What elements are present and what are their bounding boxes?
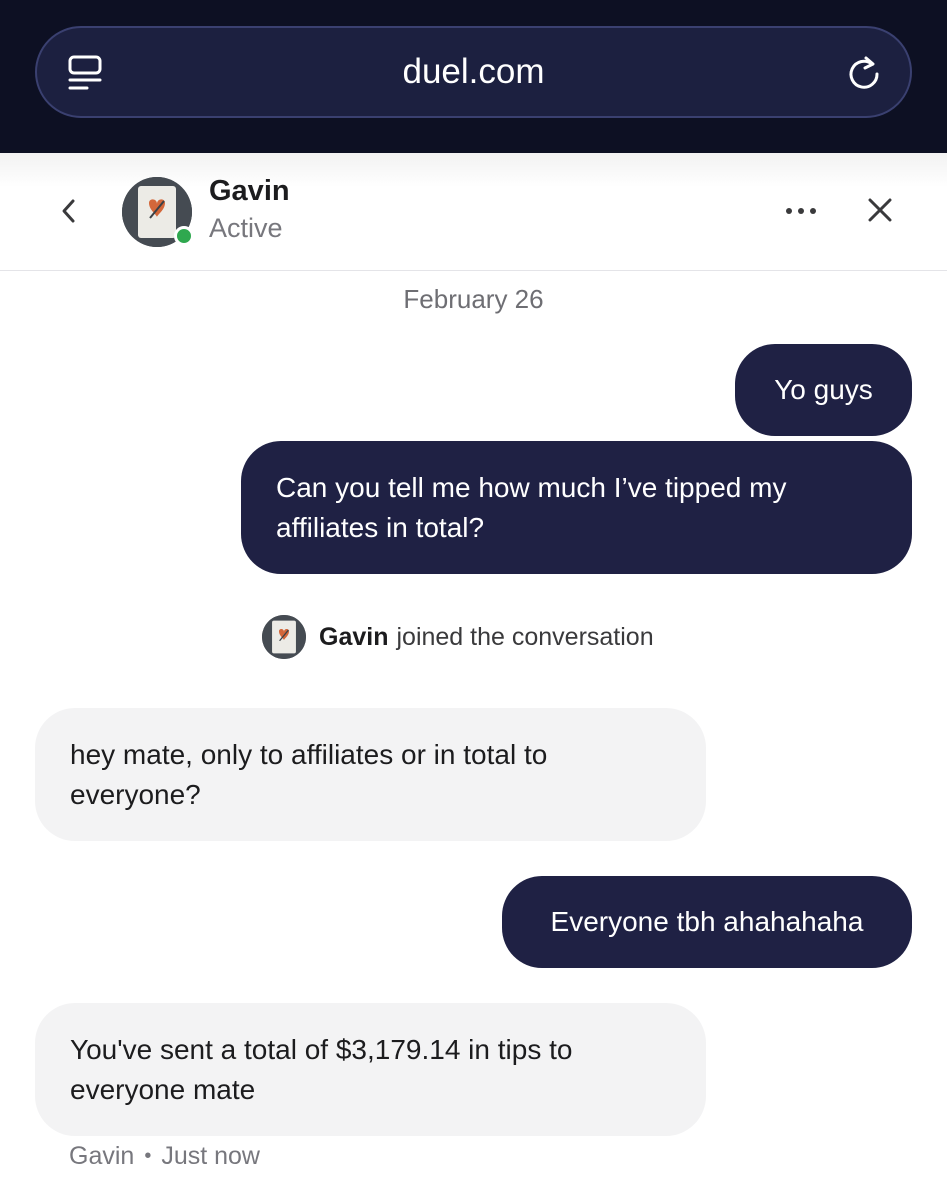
message-bubble-incoming[interactable]: You've sent a total of $3,179.14 in tips…: [35, 1003, 706, 1136]
contact-status: Active: [209, 213, 283, 243]
chat-page: duel.com Gavin Active February 26 Yo guy…: [0, 0, 947, 1200]
join-notice: Gavin joined the conversation: [262, 615, 654, 659]
reload-icon[interactable]: [846, 54, 882, 92]
message-bubble-outgoing[interactable]: Yo guys: [735, 344, 912, 436]
chevron-left-icon[interactable]: [56, 197, 82, 225]
message-text: Yo guys: [774, 374, 873, 405]
message-text: Can you tell me how much I’ve tipped my …: [276, 471, 787, 543]
browser-toolbar: duel.com: [0, 0, 947, 153]
join-notice-name: Gavin: [319, 622, 389, 651]
url-text[interactable]: duel.com: [37, 28, 910, 116]
address-bar[interactable]: duel.com: [35, 26, 912, 118]
message-meta: Gavin • Just now: [69, 1142, 260, 1171]
join-notice-text: joined the conversation: [396, 622, 654, 651]
contact-name[interactable]: Gavin: [209, 175, 290, 208]
message-text: hey mate, only to affiliates or in total…: [70, 738, 548, 810]
more-horizontal-icon[interactable]: [783, 203, 819, 219]
message-text: You've sent a total of $3,179.14 in tips…: [70, 1033, 573, 1105]
date-divider: February 26: [403, 284, 544, 314]
online-status-dot: [174, 226, 194, 246]
message-timestamp: Just now: [161, 1142, 260, 1170]
message-bubble-incoming[interactable]: hey mate, only to affiliates or in total…: [35, 708, 706, 841]
message-sender: Gavin: [69, 1142, 135, 1170]
chat-header: Gavin Active: [0, 153, 947, 271]
message-text: Everyone tbh ahahahaha: [550, 906, 864, 937]
message-bubble-outgoing[interactable]: Can you tell me how much I’ve tipped my …: [241, 441, 912, 574]
message-bubble-outgoing[interactable]: Everyone tbh ahahahaha: [502, 876, 912, 968]
meta-separator: •: [144, 1145, 152, 1167]
tabs-icon[interactable]: [67, 54, 103, 92]
avatar: [262, 615, 306, 659]
close-icon[interactable]: [866, 196, 894, 224]
